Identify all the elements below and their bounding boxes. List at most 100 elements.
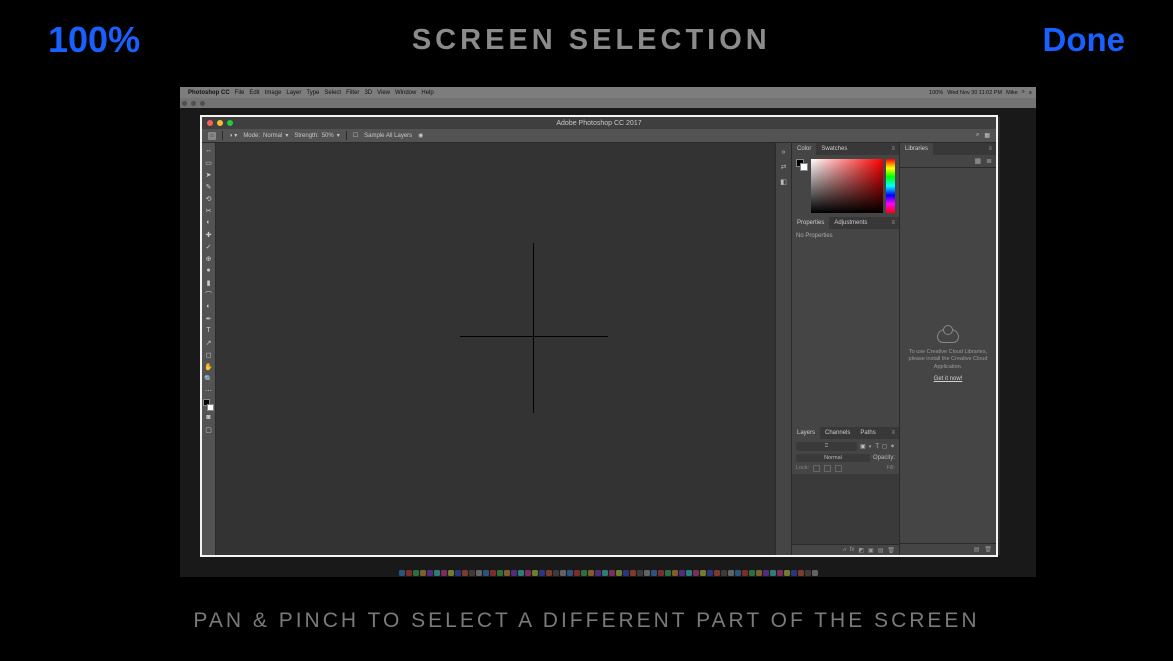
dock-app-icon[interactable] bbox=[707, 570, 713, 576]
dock-app-icon[interactable] bbox=[518, 570, 524, 576]
tool-eyedropper[interactable]: ✂ bbox=[203, 205, 214, 216]
tool-pen[interactable]: ✒ bbox=[203, 313, 214, 324]
tool-healing[interactable]: ◐ bbox=[203, 217, 214, 228]
dock-app-icon[interactable] bbox=[805, 570, 811, 576]
tool-move[interactable]: ↔ bbox=[203, 145, 214, 156]
dock-app-icon[interactable] bbox=[637, 570, 643, 576]
background-color-swatch[interactable] bbox=[207, 404, 214, 411]
strength-chevron-icon[interactable]: ▾ bbox=[337, 132, 340, 139]
dock-app-icon[interactable] bbox=[651, 570, 657, 576]
dock-app-icon[interactable] bbox=[602, 570, 608, 576]
maximize-window-icon[interactable] bbox=[227, 120, 233, 126]
dock-app-icon[interactable] bbox=[497, 570, 503, 576]
tab-layers[interactable]: Layers bbox=[792, 427, 820, 439]
dock-app-icon[interactable] bbox=[763, 570, 769, 576]
tab-channels[interactable]: Channels bbox=[820, 427, 855, 439]
close-window-icon[interactable] bbox=[207, 120, 213, 126]
color-field-picker[interactable] bbox=[811, 159, 883, 213]
panel-menu-icon[interactable]: ≡ bbox=[887, 220, 899, 226]
dock-app-icon[interactable] bbox=[770, 570, 776, 576]
get-it-now-link[interactable]: Get it now! bbox=[934, 376, 963, 382]
zoom-level-label[interactable]: 100% bbox=[48, 19, 140, 61]
dock-app-icon[interactable] bbox=[756, 570, 762, 576]
dock-app-icon[interactable] bbox=[735, 570, 741, 576]
done-button[interactable]: Done bbox=[1042, 21, 1125, 59]
dock-app-icon[interactable] bbox=[490, 570, 496, 576]
menu-select[interactable]: Select bbox=[324, 90, 341, 96]
tool-preset-icon[interactable]: ◑ ▾ bbox=[229, 132, 237, 139]
tool-eraser[interactable]: ● bbox=[203, 265, 214, 276]
mode-chevron-icon[interactable]: ▾ bbox=[285, 132, 288, 139]
dock-app-icon[interactable] bbox=[588, 570, 594, 576]
photoshop-window[interactable]: Adobe Photoshop CC 2017 ⌂ ◑ ▾ Mode: Norm… bbox=[202, 117, 996, 555]
tab-color[interactable]: Color bbox=[792, 143, 816, 155]
link-layers-icon[interactable]: ⩘ bbox=[842, 547, 845, 554]
hue-slider[interactable] bbox=[886, 159, 895, 213]
dock-app-icon[interactable] bbox=[413, 570, 419, 576]
menu-image[interactable]: Image bbox=[265, 90, 282, 96]
menubar-user[interactable]: Mike bbox=[1006, 90, 1018, 96]
layer-filter-icon[interactable]: ▣ bbox=[860, 443, 866, 450]
minimize-window-icon[interactable] bbox=[217, 120, 223, 126]
pressure-icon[interactable]: ◉ bbox=[418, 132, 423, 139]
tab-properties[interactable]: Properties bbox=[792, 217, 829, 229]
dock-app-icon[interactable] bbox=[476, 570, 482, 576]
dock-app-icon[interactable] bbox=[742, 570, 748, 576]
dock-expand-icon[interactable]: » bbox=[779, 147, 789, 157]
window-traffic-lights[interactable] bbox=[207, 120, 233, 126]
dock-app-icon[interactable] bbox=[777, 570, 783, 576]
dock-app-icon[interactable] bbox=[525, 570, 531, 576]
layer-filter-icon[interactable]: ◻ bbox=[882, 443, 887, 450]
dock-app-icon[interactable] bbox=[546, 570, 552, 576]
tool-edit-toolbar[interactable]: ⋯ bbox=[203, 385, 214, 396]
new-layer-icon[interactable]: ▤ bbox=[878, 547, 884, 554]
spotlight-icon[interactable]: ⌕ bbox=[1022, 89, 1025, 96]
dock-app-icon[interactable] bbox=[581, 570, 587, 576]
tool-hand[interactable]: ✋ bbox=[203, 361, 214, 372]
menu-help[interactable]: Help bbox=[421, 90, 433, 96]
dock-app-icon[interactable] bbox=[672, 570, 678, 576]
menu-type[interactable]: Type bbox=[306, 90, 319, 96]
menu-filter[interactable]: Filter bbox=[346, 90, 359, 96]
dock-app-icon[interactable] bbox=[728, 570, 734, 576]
dock-history-icon[interactable]: ⇄ bbox=[779, 162, 789, 172]
mode-value[interactable]: Normal bbox=[263, 133, 282, 139]
dock-app-icon[interactable] bbox=[469, 570, 475, 576]
layer-filter-icon[interactable]: ✶ bbox=[890, 443, 895, 450]
dock-app-icon[interactable] bbox=[714, 570, 720, 576]
layer-filter-kind[interactable]: ⎕ bbox=[796, 442, 857, 451]
dock-app-icon[interactable] bbox=[448, 570, 454, 576]
menu-window[interactable]: Window bbox=[395, 90, 416, 96]
dock-app-icon[interactable] bbox=[406, 570, 412, 576]
tool-crop[interactable]: ⟲ bbox=[203, 193, 214, 204]
lib-add-icon[interactable]: ▤ bbox=[974, 546, 980, 553]
panel-menu-icon[interactable]: ≡ bbox=[887, 430, 899, 436]
dock-app-icon[interactable] bbox=[616, 570, 622, 576]
delete-layer-icon[interactable]: 🗑 bbox=[887, 547, 895, 554]
dock-app-icon[interactable] bbox=[721, 570, 727, 576]
tab-adjustments[interactable]: Adjustments bbox=[829, 217, 872, 229]
dock-app-icon[interactable] bbox=[483, 570, 489, 576]
layer-filter-icon[interactable]: T bbox=[875, 444, 879, 450]
menubar-list-icon[interactable]: ≡ bbox=[1029, 90, 1032, 96]
dock-panel-icon[interactable]: ◧ bbox=[779, 177, 789, 187]
lib-delete-icon[interactable]: 🗑 bbox=[984, 546, 992, 553]
tool-stamp[interactable]: ✓ bbox=[203, 241, 214, 252]
tool-brush[interactable]: ✚ bbox=[203, 229, 214, 240]
lib-grid-icon[interactable]: ▦ bbox=[975, 157, 982, 165]
tab-libraries[interactable]: Libraries bbox=[900, 143, 933, 155]
foreground-background-colors[interactable] bbox=[203, 399, 214, 411]
panel-menu-icon[interactable]: ≡ bbox=[984, 146, 996, 152]
dock-app-icon[interactable] bbox=[623, 570, 629, 576]
ps-home-icon[interactable]: ⌂ bbox=[208, 132, 216, 140]
dock-app-icon[interactable] bbox=[539, 570, 545, 576]
dock-app-icon[interactable] bbox=[679, 570, 685, 576]
tool-path[interactable]: ↗ bbox=[203, 337, 214, 348]
dock-app-icon[interactable] bbox=[420, 570, 426, 576]
dock-app-icon[interactable] bbox=[595, 570, 601, 576]
blend-mode-select[interactable]: Normal bbox=[796, 454, 870, 462]
menu-edit[interactable]: Edit bbox=[249, 90, 259, 96]
menu-file[interactable]: File bbox=[235, 90, 245, 96]
menubar-app-name[interactable]: Photoshop CC bbox=[188, 90, 230, 96]
dock-app-icon[interactable] bbox=[574, 570, 580, 576]
